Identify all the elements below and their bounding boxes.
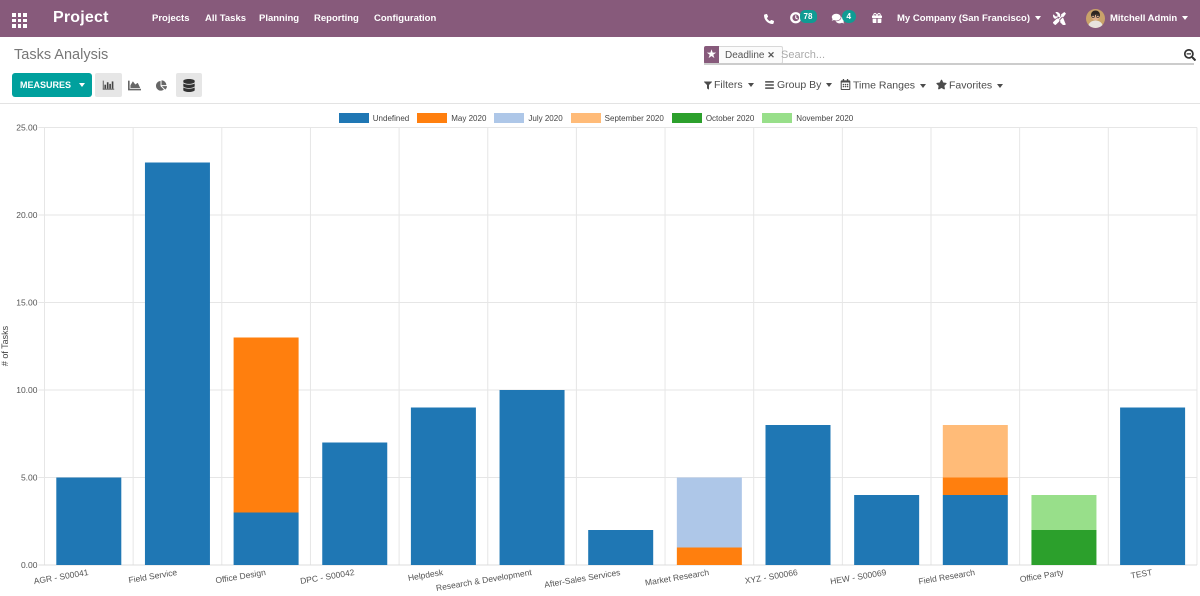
svg-text:XYZ - S00066: XYZ - S00066 (744, 567, 799, 586)
svg-text:Market Research: Market Research (644, 567, 710, 588)
svg-text:Office Party: Office Party (1019, 567, 1065, 584)
svg-text:Field Research: Field Research (918, 567, 976, 586)
svg-text:HEW - S00069: HEW - S00069 (829, 567, 887, 586)
svg-text:20.00: 20.00 (16, 210, 38, 220)
svg-text:25.00: 25.00 (16, 123, 38, 133)
svg-text:DPC - S00042: DPC - S00042 (299, 567, 355, 586)
svg-text:5.00: 5.00 (21, 473, 38, 483)
svg-text:Field Service: Field Service (128, 567, 178, 585)
svg-text:Office Design: Office Design (215, 567, 267, 585)
svg-text:# of Tasks: # of Tasks (0, 325, 10, 366)
svg-text:After-Sales Services: After-Sales Services (543, 567, 621, 590)
svg-text:15.00: 15.00 (16, 298, 38, 308)
svg-text:Helpdesk: Helpdesk (407, 567, 444, 583)
svg-text:AGR - S00041: AGR - S00041 (33, 567, 89, 586)
svg-text:TEST: TEST (1130, 567, 1153, 580)
svg-text:0.00: 0.00 (21, 560, 38, 570)
svg-text:Research & Development: Research & Development (435, 567, 533, 593)
svg-text:10.00: 10.00 (16, 385, 38, 395)
